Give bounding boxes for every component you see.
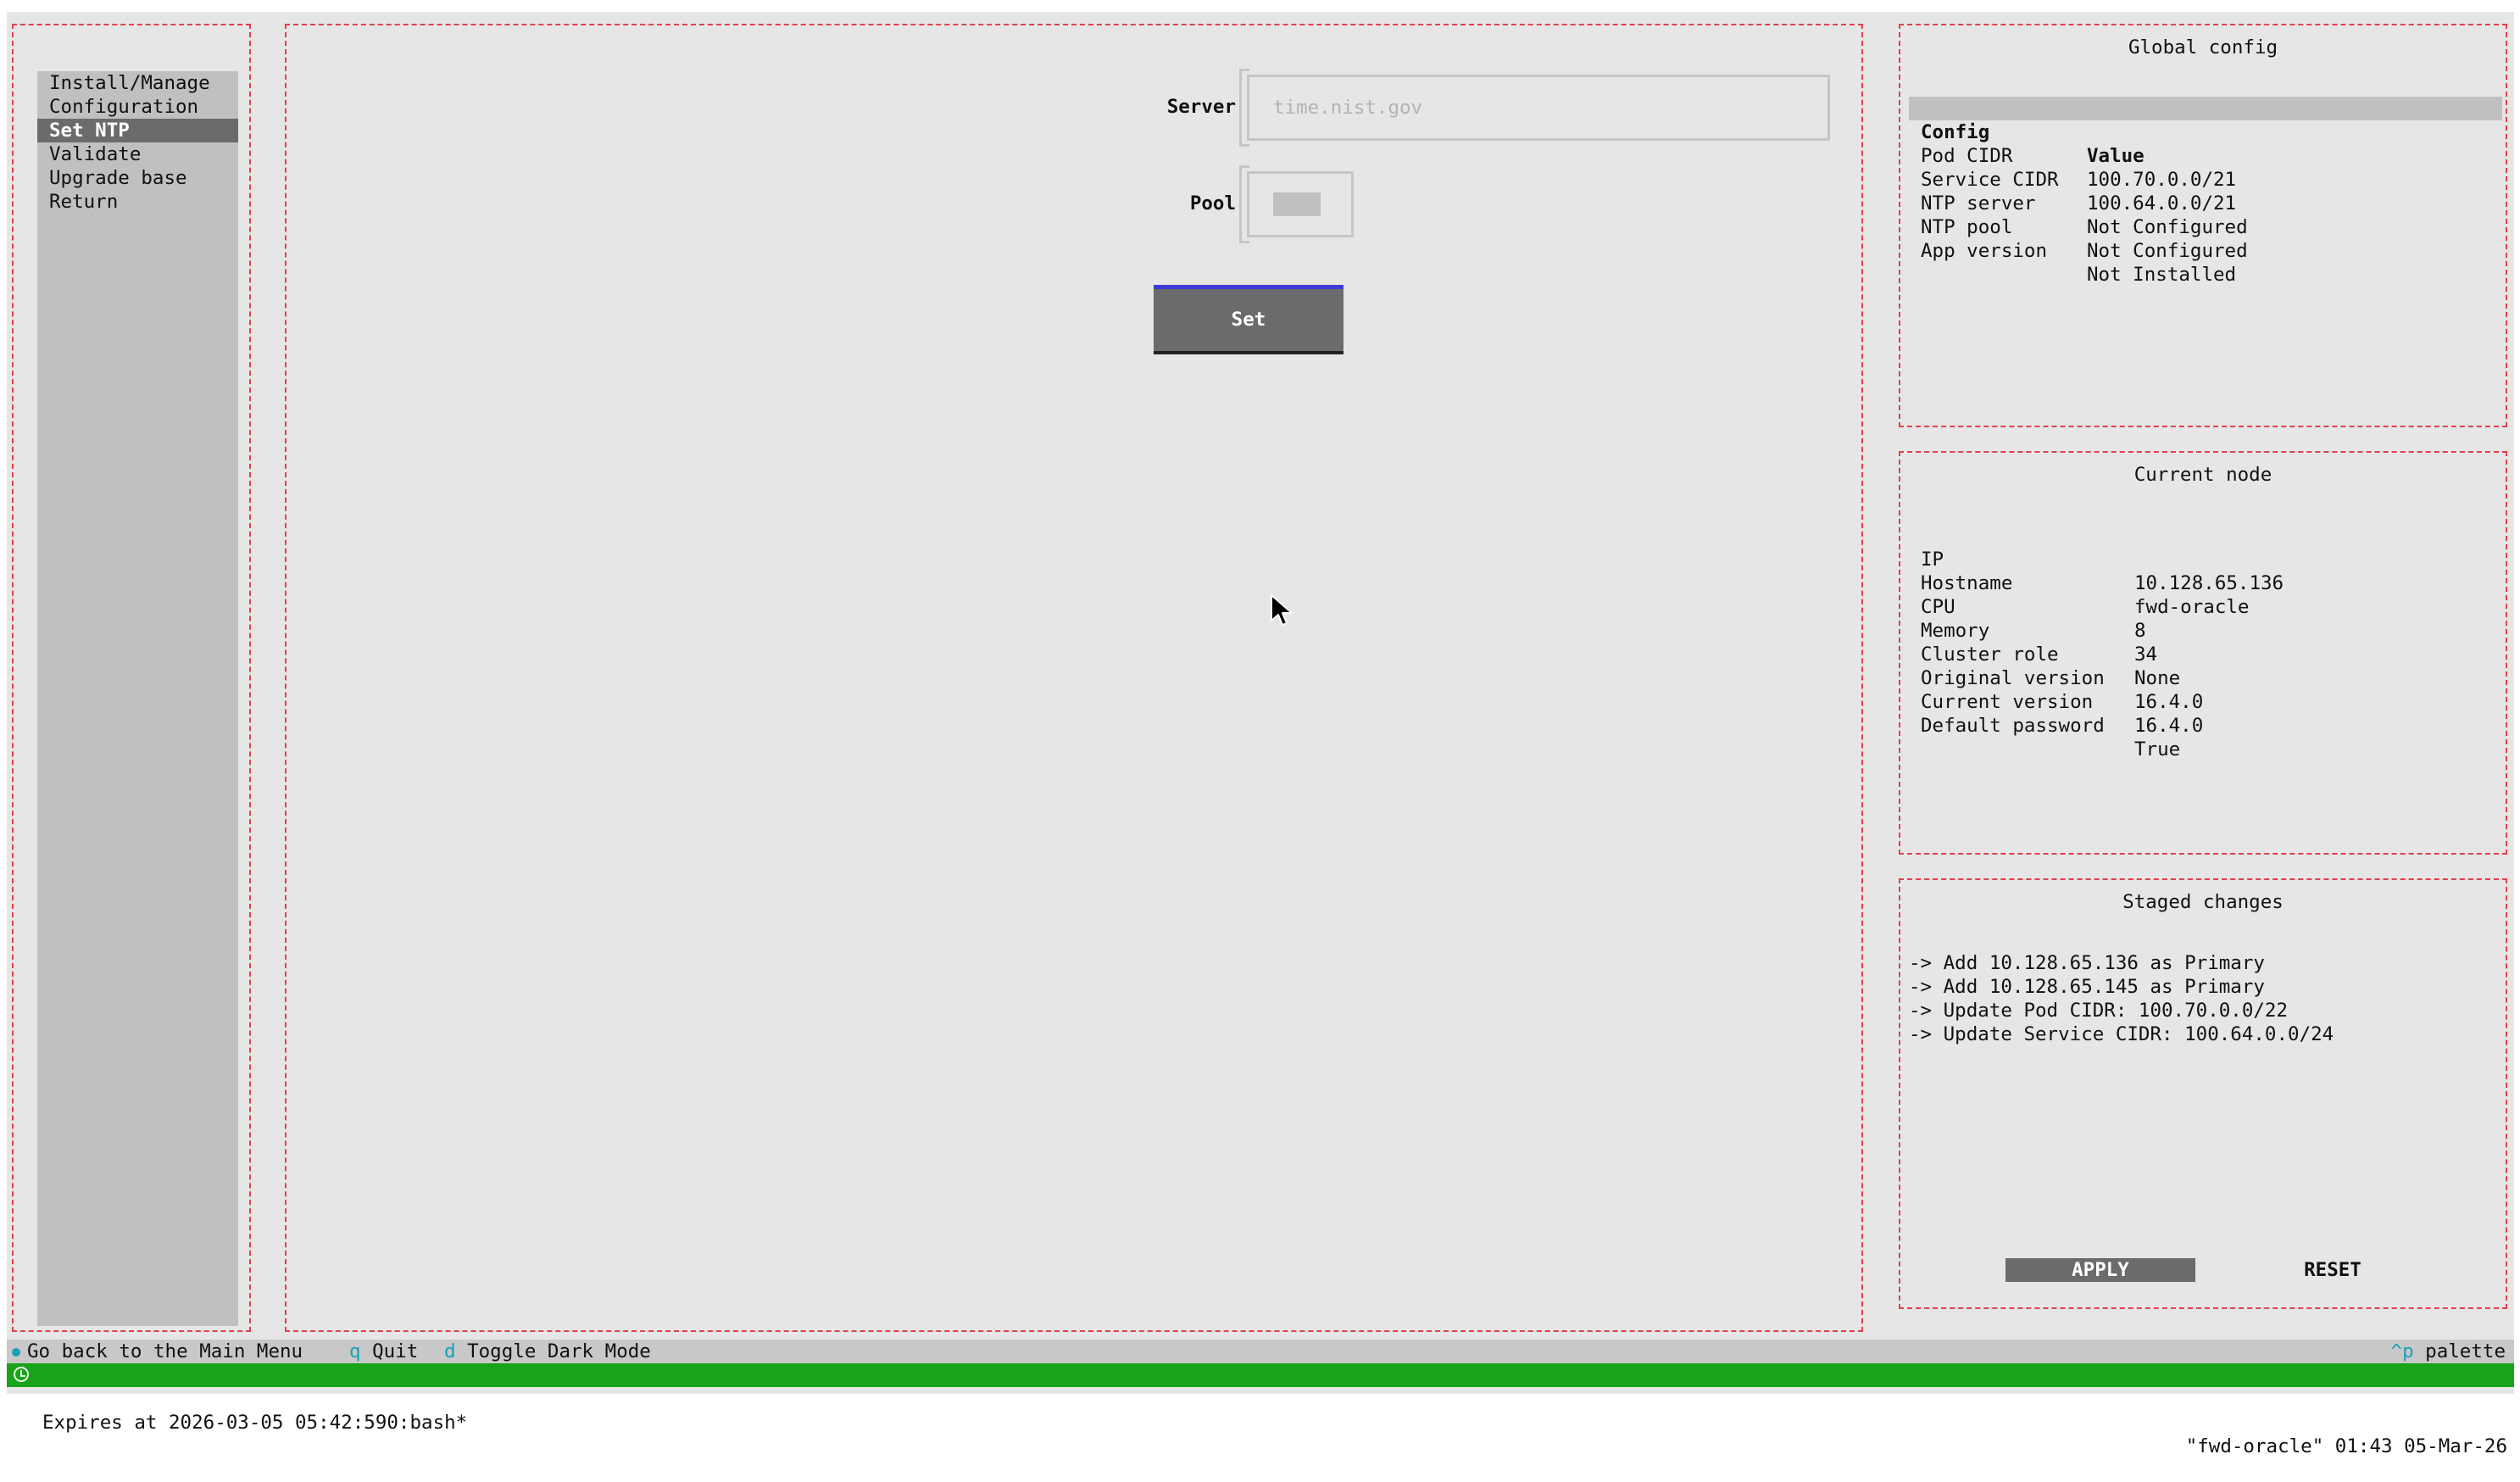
tmux-status-bar: Expires at 2026-03-05 05:42:590:bash* "f…	[7, 1363, 2514, 1457]
server-field[interactable]	[1239, 69, 1830, 147]
table-row: IP 10.128.65.136	[1921, 524, 2497, 594]
terminal-app: Install/Manage Configuration Set NTP Val…	[7, 12, 2514, 1457]
table-row: NTP pool Not Configured	[1909, 192, 2502, 262]
table-header: Config Value	[1909, 97, 2502, 167]
config-value: Not Installed	[2087, 264, 2237, 286]
table-row: Current version 16.4.0	[1921, 666, 2497, 737]
menu-item-validate[interactable]: Validate	[37, 142, 238, 166]
global-config-title: Global config	[2128, 36, 2278, 58]
list-item: -> Add 10.128.65.145 as Primary	[1909, 976, 2265, 998]
menu-item-install-manage[interactable]: Install/Manage	[37, 71, 238, 95]
current-node-title: Current node	[2133, 464, 2272, 486]
list-item: -> Update Pod CIDR: 100.70.0.0/22	[1909, 1000, 2289, 1022]
menu-item-set-ntp[interactable]: Set NTP	[37, 119, 238, 142]
menu-item-upgrade-base[interactable]: Upgrade base	[37, 166, 238, 190]
quit-key: q	[349, 1340, 361, 1362]
table-row: Original version 16.4.0	[1921, 643, 2497, 713]
tmux-left-status: Expires at 2026-03-05 05:42:590:bash*	[42, 1412, 468, 1434]
ntp-form-panel: Server Pool Set	[285, 24, 1863, 1332]
table-row: Cluster role None	[1921, 619, 2497, 689]
global-config-table: Config Value Pod CIDR 100.70.0.0/21 Serv…	[1909, 97, 2502, 286]
footer-dark-mode[interactable]: d Toggle Dark Mode	[444, 1340, 651, 1363]
set-button[interactable]: Set	[1154, 285, 1343, 354]
staged-changes-list: -> Add 10.128.65.136 as Primary -> Add 1…	[1909, 951, 2502, 1046]
footer-keybar: Go back to the Main Menu q Quit d Toggle…	[7, 1340, 2514, 1363]
sidebar-panel: Install/Manage Configuration Set NTP Val…	[12, 24, 251, 1332]
pool-checkbox[interactable]	[1273, 192, 1321, 216]
table-row: Service CIDR 100.64.0.0/21	[1909, 144, 2502, 214]
footer-palette[interactable]: ^p palette	[2391, 1340, 2506, 1363]
config-value: Not Configured	[2087, 240, 2248, 262]
table-row: App version Not Installed	[1909, 215, 2502, 286]
nav-menu: Install/Manage Configuration Set NTP Val…	[37, 71, 238, 1326]
table-row: NTP server Not Configured	[1909, 168, 2502, 238]
dark-mode-label: Toggle Dark Mode	[467, 1340, 651, 1362]
menu-item-return[interactable]: Return	[37, 190, 238, 214]
server-label: Server	[1166, 96, 1236, 118]
table-row: Memory 34	[1921, 595, 2497, 666]
palette-key: ^p	[2390, 1340, 2414, 1362]
staged-changes-title: Staged changes	[2122, 891, 2284, 913]
clock-icon	[14, 1367, 29, 1382]
dark-mode-key: d	[444, 1340, 456, 1362]
global-config-panel: Global config Config Value Pod CIDR 100.…	[1899, 24, 2507, 427]
pool-field[interactable]	[1239, 165, 1354, 243]
mouse-pointer-icon	[1271, 594, 1293, 626]
pool-field-bracket	[1239, 165, 1249, 243]
current-node-panel: Current node IP 10.128.65.136 Hostname f…	[1899, 451, 2507, 855]
list-item: -> Update Service CIDR: 100.64.0.0/24	[1909, 1023, 2334, 1045]
reset-button[interactable]: RESET	[2238, 1258, 2428, 1282]
footer-back-label: Go back to the Main Menu	[27, 1340, 303, 1362]
table-row: Default password True	[1921, 690, 2497, 760]
staged-changes-panel: Staged changes -> Add 10.128.65.136 as P…	[1899, 878, 2507, 1309]
table-row: Pod CIDR 100.70.0.0/21	[1909, 120, 2502, 191]
server-field-bracket	[1239, 69, 1249, 147]
node-value: 16.4.0	[2134, 715, 2204, 737]
list-item: -> Add 10.128.65.136 as Primary	[1909, 952, 2265, 974]
config-key: App version	[1921, 240, 2048, 262]
tmux-right-status: "fwd-oracle" 01:43 05-Mar-26	[2185, 1435, 2507, 1457]
menu-item-configuration[interactable]: Configuration	[37, 95, 238, 119]
current-node-table: IP 10.128.65.136 Hostname fwd-oracle CPU…	[1921, 524, 2497, 760]
server-input[interactable]	[1273, 77, 1816, 138]
back-dot-icon	[12, 1347, 20, 1357]
node-key: Default password	[1921, 715, 2105, 737]
node-value: True	[2134, 738, 2181, 760]
footer-back[interactable]: Go back to the Main Menu	[12, 1340, 303, 1363]
palette-label: palette	[2425, 1340, 2506, 1362]
pool-label: Pool	[1189, 192, 1236, 214]
apply-button[interactable]: APPLY	[2005, 1258, 2195, 1282]
quit-label: Quit	[372, 1340, 419, 1362]
footer-quit[interactable]: q Quit	[349, 1340, 418, 1363]
table-row: Hostname fwd-oracle	[1921, 548, 2497, 618]
table-row: CPU 8	[1921, 571, 2497, 642]
